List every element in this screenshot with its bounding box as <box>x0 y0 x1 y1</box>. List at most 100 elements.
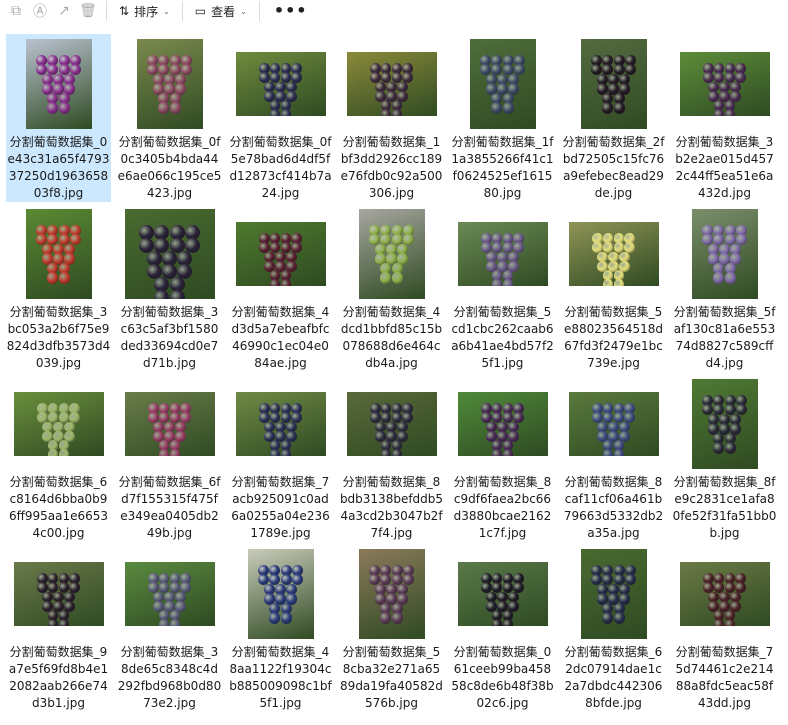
thumbnail-frame <box>675 376 775 471</box>
file-item[interactable]: 分割葡萄数据集_0f5e78bad6d4df5fd12873cf414b7a24… <box>228 34 333 202</box>
file-item[interactable]: 分割葡萄数据集_62dc07914dae1c2a7dbdc4423068bfde… <box>561 544 666 712</box>
grape-berry <box>269 612 281 624</box>
file-item[interactable]: 分割葡萄数据集_1f1a3855266f41c1f0624525ef161580… <box>450 34 555 202</box>
file-name-label: 分割葡萄数据集_75d74461c2e21488a8fdc5eac58f43dd… <box>675 645 774 710</box>
file-item[interactable]: 分割葡萄数据集_75d74461c2e21488a8fdc5eac58f43dd… <box>672 544 777 712</box>
file-item[interactable]: 分割葡萄数据集_4dcd1bbfd85c15b078688d6e464cdb4a… <box>339 204 444 372</box>
grape-berry <box>391 449 403 456</box>
sort-icon: ⇅ <box>119 4 130 18</box>
thumbnail-frame <box>231 376 331 471</box>
file-name-label: 分割葡萄数据集_5e88023564518d67fd3f2479e1bc739e… <box>564 305 663 370</box>
rename-icon[interactable]: Ⓐ <box>28 1 52 21</box>
file-item[interactable]: 分割葡萄数据集_38de65c8348c4d292fbd968b0d8073e2… <box>117 544 222 712</box>
grape-image-thumbnail <box>568 221 659 286</box>
thumbnail-frame <box>675 206 775 301</box>
grape-image-thumbnail <box>457 221 548 286</box>
file-item[interactable]: 分割葡萄数据集_5cd1cbc262caab6a6b41ae4bd57f25f1… <box>450 204 555 372</box>
grape-berry <box>158 449 170 456</box>
grape-image-thumbnail <box>691 378 758 469</box>
file-item[interactable]: 分割葡萄数据集_6fd7f155315f475fe349ea0405db249b… <box>117 374 222 542</box>
file-item[interactable]: 分割葡萄数据集_8fe9c2831ce1afa80fe52f31fa51bb0b… <box>672 374 777 542</box>
grape-berry <box>602 449 614 456</box>
file-item[interactable]: 分割葡萄数据集_1bf3dd2926cc189e76fdb0c92a500306… <box>339 34 444 202</box>
file-item[interactable]: 分割葡萄数据集_2fbd72505c15fc76a9efebec8ead29de… <box>561 34 666 202</box>
chevron-down-icon: ⌄ <box>163 6 170 16</box>
thumbnail-frame <box>231 36 331 131</box>
grape-berry <box>602 612 614 624</box>
grape-image-thumbnail <box>124 391 215 456</box>
thumbnail-frame <box>564 376 664 471</box>
grape-berry <box>169 449 181 456</box>
grape-berry <box>502 279 514 286</box>
grape-berry <box>380 449 392 456</box>
toolbar-divider <box>181 1 183 21</box>
file-item[interactable]: 分割葡萄数据集_4d3d5a7ebeafbfc46990c1ec04e084ae… <box>228 204 333 372</box>
grape-image-thumbnail <box>346 391 437 456</box>
grape-berry <box>58 272 70 284</box>
thumbnail-frame <box>564 36 664 131</box>
copy-icon[interactable]: ⧉ <box>4 1 28 21</box>
file-name-label: 分割葡萄数据集_6c8164d6bba0b96ff995aa1e66534c00… <box>8 475 109 540</box>
toolbar-divider <box>258 1 260 21</box>
thumbnail-frame <box>564 206 664 301</box>
thumbnail-frame <box>453 376 553 471</box>
thumbnail-frame <box>453 206 553 301</box>
grape-berry <box>380 612 392 624</box>
file-item[interactable]: 分割葡萄数据集_6c8164d6bba0b96ff995aa1e66534c00… <box>6 374 111 542</box>
grape-image-thumbnail <box>25 38 92 129</box>
file-item[interactable]: 分割葡萄数据集_8c9df6faea2bc66d3880bcae21621c7f… <box>450 374 555 542</box>
share-icon[interactable]: ↗ <box>52 1 76 21</box>
grape-berry <box>47 619 59 626</box>
grape-image-thumbnail <box>235 51 326 116</box>
grape-berry <box>502 102 514 114</box>
toolbar-divider <box>106 1 107 21</box>
grape-image-thumbnail <box>13 561 104 626</box>
file-name-label: 分割葡萄数据集_9a7e5f69fd8b4e12082aab266e74d3b1… <box>8 645 109 710</box>
thumbnail-frame <box>9 36 109 131</box>
thumbnail-frame <box>120 546 220 641</box>
grape-image-thumbnail <box>580 548 647 639</box>
file-item[interactable]: 分割葡萄数据集_0e43c31a65f479337250d196365803f8… <box>6 34 111 202</box>
file-item[interactable]: 分割葡萄数据集_58cba32e271a6589da19fa40582d576b… <box>339 544 444 712</box>
file-item[interactable]: 分割葡萄数据集_3bc053a2b6f75e9824d3dfb3573d4039… <box>6 204 111 372</box>
file-item[interactable]: 分割葡萄数据集_8caf11cf06a461b79663d5332db2a35a… <box>561 374 666 542</box>
view-button[interactable]: ▭ 查看 ⌄ <box>189 1 253 21</box>
grape-berry <box>724 442 736 454</box>
thumbnail-frame <box>120 206 220 301</box>
more-options-button[interactable]: ••• <box>266 1 316 21</box>
file-item[interactable]: 分割葡萄数据集_5faf130c81a6e55374d8827c589cffd4… <box>672 204 777 372</box>
file-name-label: 分割葡萄数据集_0f0c3405b4bda44e6ae066c195ce5423… <box>117 135 222 200</box>
thumbnail-frame <box>564 546 664 641</box>
file-name-label: 分割葡萄数据集_0f5e78bad6d4df5fd12873cf414b7a24… <box>229 135 332 200</box>
file-name-label: 分割葡萄数据集_7acb925091c0ad6a0255a04e2361789e… <box>231 475 330 540</box>
sort-button[interactable]: ⇅ 排序 ⌄ <box>113 1 176 21</box>
file-item[interactable]: 分割葡萄数据集_9a7e5f69fd8b4e12082aab266e74d3b1… <box>6 544 111 712</box>
view-label: 查看 <box>211 4 236 19</box>
grape-berry <box>713 619 725 626</box>
view-icon: ▭ <box>194 4 207 18</box>
grape-berry <box>713 442 725 454</box>
grape-berry <box>391 109 403 116</box>
grape-berry <box>58 449 70 456</box>
grape-berry <box>602 102 614 114</box>
grape-berry <box>169 289 185 299</box>
grape-image-thumbnail <box>469 38 536 129</box>
file-item[interactable]: 分割葡萄数据集_8bdb3138befddb54a3cd2b3047b2f7f4… <box>339 374 444 542</box>
file-item[interactable]: 分割葡萄数据集_3b2e2ae015d4572c44ff5ea51e6a432d… <box>672 34 777 202</box>
grape-berry <box>280 279 292 286</box>
grape-berry <box>47 102 59 114</box>
file-item[interactable]: 分割葡萄数据集_48aa1122f19304cb885009098c1bf5f1… <box>228 544 333 712</box>
grape-berry <box>391 612 403 624</box>
file-item[interactable]: 分割葡萄数据集_061ceeb99ba45858c8de6b48f38b02c6… <box>450 544 555 712</box>
file-item[interactable]: 分割葡萄数据集_3c63c5af3bf1580ded33694cd0e7d71b… <box>117 204 222 372</box>
grape-image-thumbnail <box>235 221 326 286</box>
delete-icon[interactable]: 🗑 <box>76 1 100 21</box>
grape-berry <box>169 619 181 626</box>
file-name-label: 分割葡萄数据集_3bc053a2b6f75e9824d3dfb3573d4039… <box>6 305 111 370</box>
file-item[interactable]: 分割葡萄数据集_7acb925091c0ad6a0255a04e2361789e… <box>228 374 333 542</box>
sort-label: 排序 <box>134 4 159 19</box>
file-item[interactable]: 分割葡萄数据集_0f0c3405b4bda44e6ae066c195ce5423… <box>117 34 222 202</box>
grape-berry <box>613 612 625 624</box>
file-item[interactable]: 分割葡萄数据集_5e88023564518d67fd3f2479e1bc739e… <box>561 204 666 372</box>
thumbnail-frame <box>675 546 775 641</box>
